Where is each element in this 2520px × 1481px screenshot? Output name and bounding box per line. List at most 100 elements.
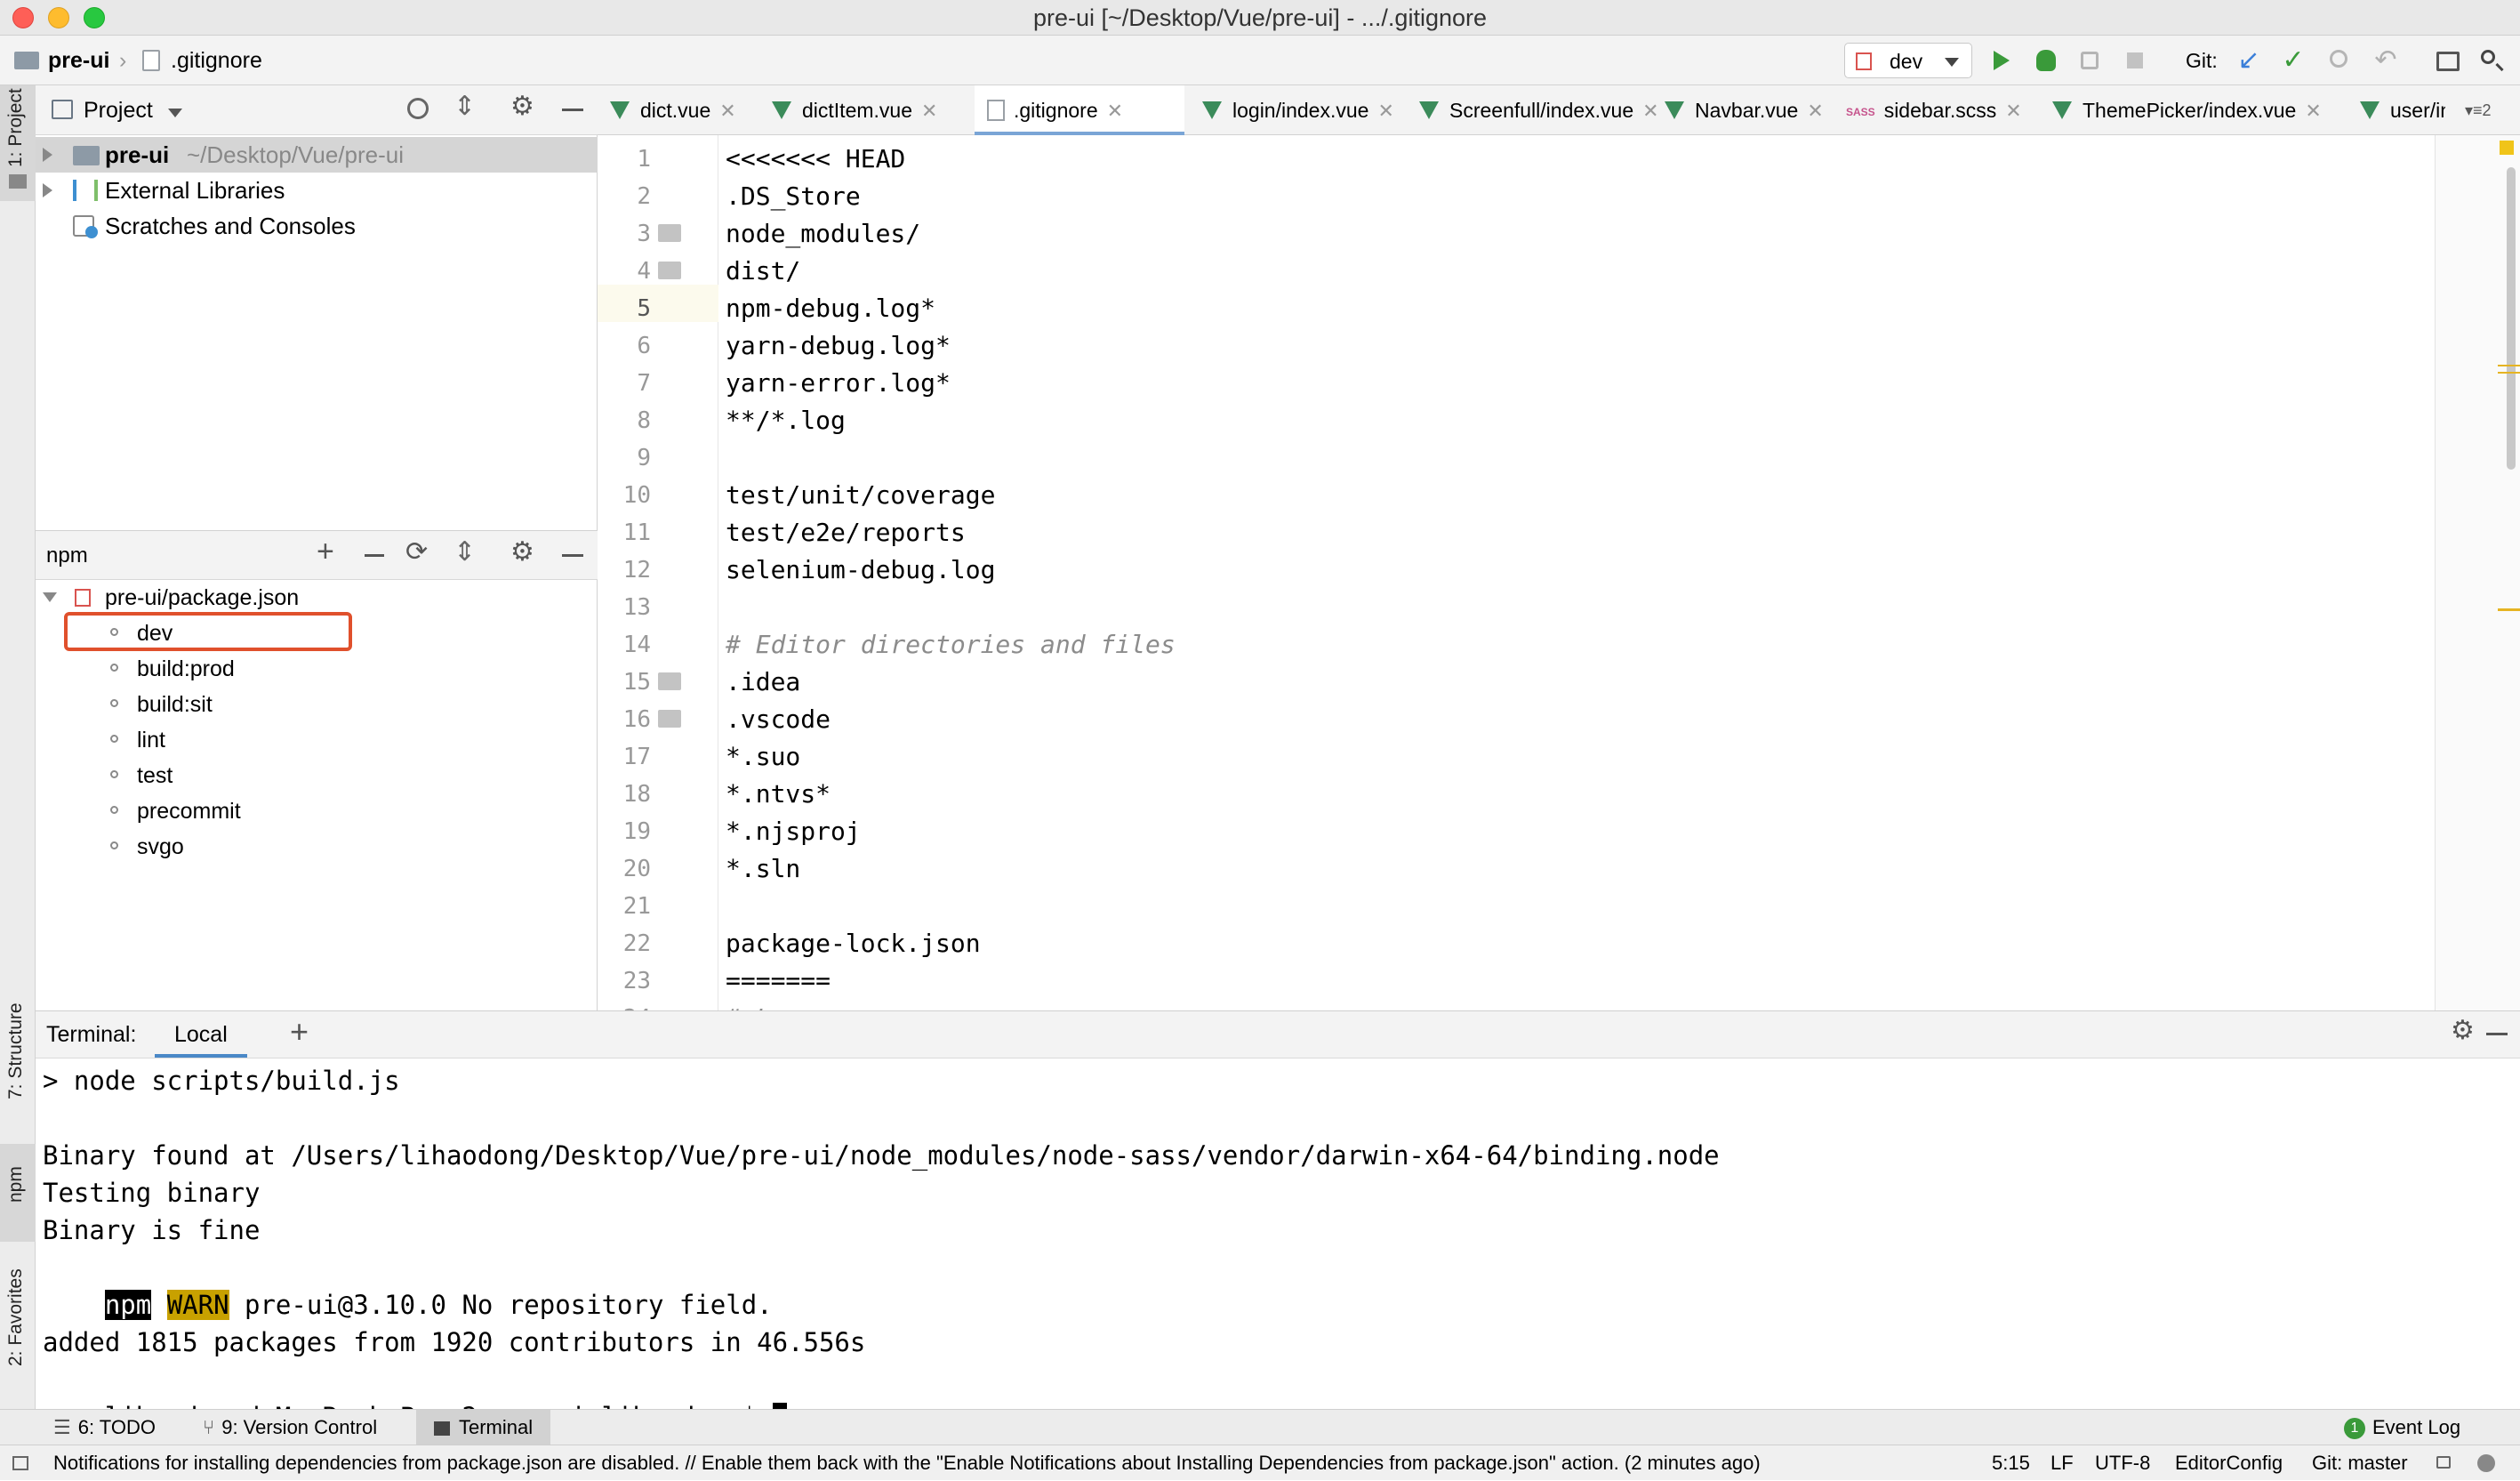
line-number: 4 <box>637 258 651 285</box>
gear-icon[interactable]: ⚙ <box>510 536 534 567</box>
collapse-all-icon[interactable]: ⇕ <box>453 91 476 122</box>
code-line: yarn-error.log* <box>726 368 951 398</box>
close-icon[interactable]: ✕ <box>2305 100 2321 122</box>
close-icon[interactable]: ✕ <box>1642 100 1658 122</box>
terminal-window-icon[interactable] <box>2431 44 2465 76</box>
close-icon[interactable]: ✕ <box>719 100 735 122</box>
git-update-icon[interactable]: ↙ <box>2232 44 2266 76</box>
expand-arrow-icon <box>43 148 52 162</box>
folder-icon <box>658 262 681 279</box>
close-icon[interactable]: ✕ <box>2005 100 2021 122</box>
gear-icon[interactable]: ⚙ <box>510 91 534 122</box>
structure-tool-tab[interactable]: 7: Structure <box>0 993 36 1135</box>
terminal-output[interactable]: > node scripts/build.js Binary found at … <box>36 1058 2520 1435</box>
line-number: 12 <box>622 557 651 584</box>
file-icon <box>142 50 160 71</box>
tree-item-scratches[interactable]: Scratches and Consoles <box>36 208 598 244</box>
terminal-tab-local[interactable]: Local <box>155 1011 247 1058</box>
todo-tool-tab[interactable]: ☰ 6: TODO <box>53 1410 156 1445</box>
vue-icon <box>2052 101 2072 119</box>
code-line: .idea <box>726 667 801 696</box>
lock-icon[interactable] <box>2436 1456 2451 1469</box>
debug-icon[interactable] <box>2029 44 2063 76</box>
close-icon[interactable]: ✕ <box>1807 100 1823 122</box>
close-icon[interactable]: ✕ <box>921 100 937 122</box>
tab-navbar-vue[interactable]: Navbar.vue ✕ <box>1665 85 1824 135</box>
tab-sidebar-scss[interactable]: SASS sidebar.scss ✕ <box>1846 85 2022 135</box>
reload-icon[interactable]: ⟳ <box>405 536 428 567</box>
npm-script-lint[interactable]: lint <box>36 722 587 758</box>
tab-gitignore[interactable]: .gitignore ✕ <box>975 85 1184 135</box>
rollback-icon[interactable]: ↶ <box>2369 44 2403 76</box>
git-branch[interactable]: Git: master <box>2312 1445 2408 1481</box>
project-view-icon <box>52 100 73 119</box>
editorconfig-status[interactable]: EditorConfig <box>2175 1445 2283 1481</box>
caret-position[interactable]: 5:15 <box>1992 1445 2030 1481</box>
expand-arrow-icon <box>43 592 57 602</box>
tree-item-external-libraries[interactable]: External Libraries <box>36 173 598 208</box>
add-icon[interactable]: + <box>317 535 334 569</box>
status-message[interactable]: Notifications for installing dependencie… <box>53 1445 1965 1481</box>
hide-panel-icon[interactable] <box>562 554 583 557</box>
tab-login-index-vue[interactable]: login/index.vue ✕ <box>1202 85 1394 135</box>
new-terminal-icon[interactable]: + <box>290 1013 309 1050</box>
code-line: *.ntvs* <box>726 779 831 809</box>
close-icon[interactable]: ✕ <box>1107 100 1123 122</box>
chevron-right-icon: › <box>119 48 127 73</box>
vue-icon <box>2360 101 2380 119</box>
npm-script-build-prod[interactable]: build:prod <box>36 651 587 687</box>
history-icon[interactable] <box>2323 44 2356 76</box>
hide-panel-icon[interactable] <box>2486 1033 2508 1035</box>
tab-screenfull-index-vue[interactable]: Screenfull/index.vue ✕ <box>1419 85 1659 135</box>
run-config-select[interactable]: dev <box>1844 43 1972 78</box>
npm-script-build-sit[interactable]: build:sit <box>36 687 587 722</box>
event-log-tool-tab[interactable]: 1 Event Log <box>2344 1410 2460 1445</box>
inspector-icon[interactable] <box>2477 1454 2495 1472</box>
tab-dictitem-vue[interactable]: dictItem.vue ✕ <box>772 85 937 135</box>
project-view-select[interactable]: Project <box>84 96 182 125</box>
version-control-tool-tab[interactable]: ⑂ 9: Version Control <box>203 1410 377 1445</box>
npm-package-item[interactable]: pre-ui/package.json <box>36 580 587 616</box>
breadcrumb-file[interactable]: .gitignore <box>171 46 262 75</box>
npm-tool-tab[interactable]: npm <box>0 1144 36 1242</box>
collapse-all-icon[interactable]: ⇕ <box>453 536 476 567</box>
npm-script-svgo[interactable]: svgo <box>36 829 587 865</box>
tool-windows-icon[interactable] <box>12 1456 28 1470</box>
tab-dict-vue[interactable]: dict.vue ✕ <box>610 85 736 135</box>
warning-indicator <box>2500 141 2514 155</box>
run-config-label: dev <box>1890 50 1923 73</box>
npm-script-dev[interactable]: dev <box>36 616 587 651</box>
tab-themepicker-index-vue[interactable]: ThemePicker/index.vue ✕ <box>2052 85 2322 135</box>
tab-user-index-vue[interactable]: user/in <box>2360 85 2445 135</box>
code-editor[interactable]: <<<<<<< HEAD .DS_Store node_modules/dist/n… <box>718 135 2435 1010</box>
remove-icon[interactable] <box>365 554 384 557</box>
npm-script-precommit[interactable]: precommit <box>36 793 587 829</box>
status-bar: Notifications for installing dependencie… <box>0 1445 2520 1480</box>
breadcrumb-project[interactable]: pre-ui <box>48 46 109 75</box>
hide-panel-icon[interactable] <box>562 109 583 111</box>
terminal-tool-tab[interactable]: Terminal <box>416 1410 551 1445</box>
scrollbar-thumb[interactable] <box>2507 167 2516 470</box>
run-icon[interactable] <box>1985 44 2018 76</box>
close-icon[interactable]: ✕ <box>1377 100 1393 122</box>
warn-text: pre-ui@3.10.0 No repository field. <box>229 1290 773 1320</box>
coverage-icon[interactable] <box>2074 44 2107 76</box>
project-tool-tab[interactable]: 1: Project <box>0 85 36 201</box>
line-number: 11 <box>622 519 651 546</box>
line-separator[interactable]: LF <box>2051 1445 2074 1481</box>
stop-icon[interactable] <box>2118 44 2152 76</box>
search-icon[interactable] <box>2476 44 2509 76</box>
gear-icon[interactable]: ⚙ <box>2451 1015 2475 1046</box>
git-commit-icon[interactable]: ✓ <box>2276 44 2310 76</box>
folder-icon <box>658 710 681 728</box>
terminal-header: Terminal: Local + ⚙ <box>36 1010 2520 1058</box>
clock-badge-icon <box>85 226 98 238</box>
locate-icon[interactable] <box>407 98 429 119</box>
bottom-tool-bar: ☰ 6: TODO ⑂ 9: Version Control Terminal 1E… <box>0 1409 2520 1445</box>
tabs-overflow-button[interactable]: ▾≡2 <box>2465 85 2492 135</box>
file-encoding[interactable]: UTF-8 <box>2095 1445 2150 1481</box>
npm-script-test[interactable]: test <box>36 758 587 793</box>
favorites-tool-tab[interactable]: 2: Favorites <box>0 1260 36 1402</box>
tree-item-pre-ui[interactable]: pre-ui ~/Desktop/Vue/pre-ui <box>36 137 598 173</box>
